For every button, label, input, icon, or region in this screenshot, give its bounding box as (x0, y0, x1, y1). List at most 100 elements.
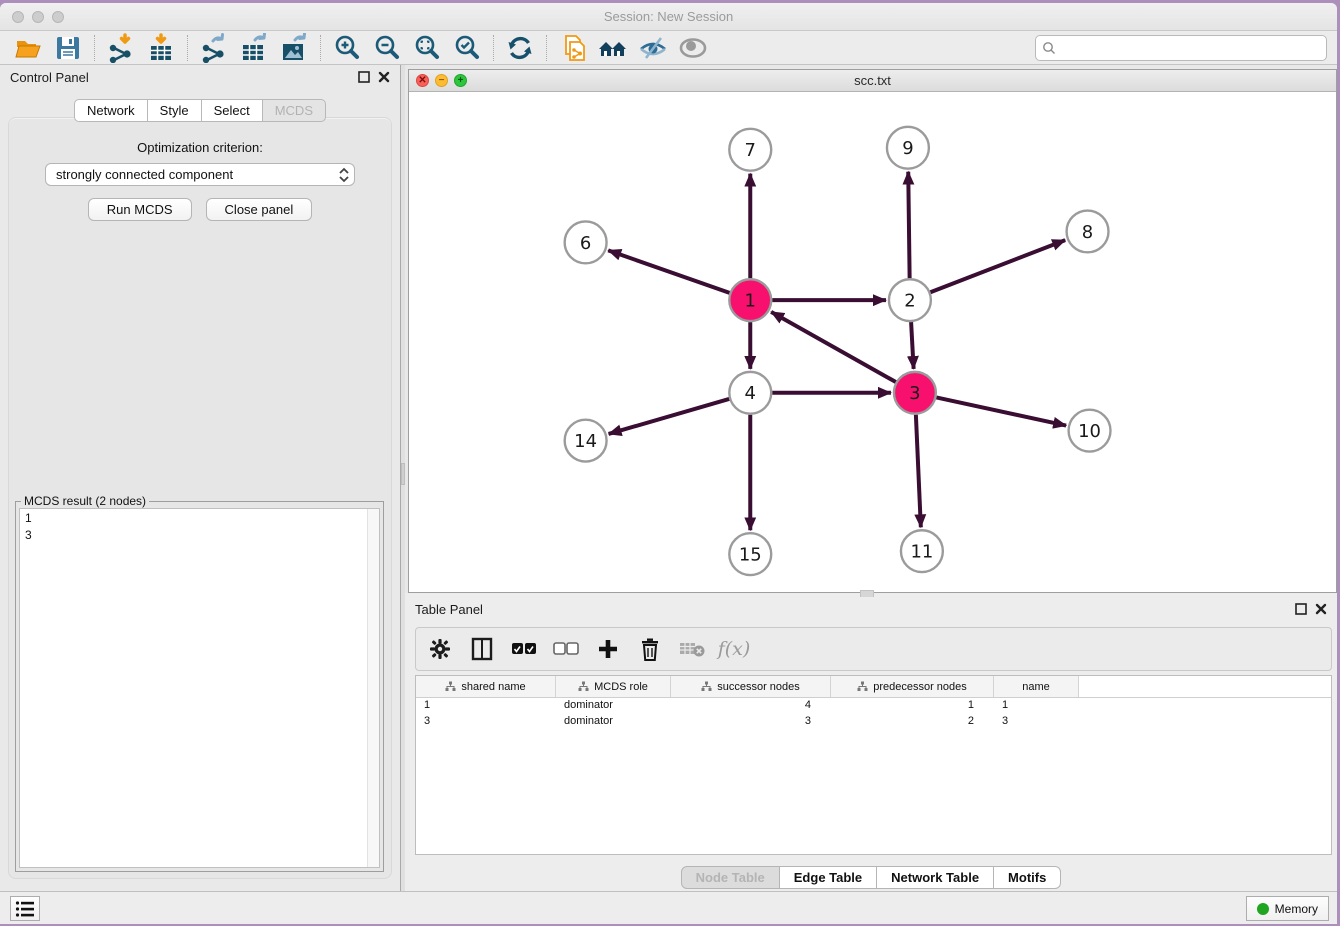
table-cell[interactable]: 1 (994, 698, 1079, 714)
network-graph[interactable]: 7968124314101511 (409, 92, 1336, 592)
network-maximize-button[interactable]: + (454, 74, 467, 87)
table-panel-header: Table Panel (405, 597, 1337, 621)
zoom-in-button[interactable] (327, 32, 367, 64)
graph-node-label: 1 (745, 291, 756, 312)
close-window-button[interactable] (12, 11, 24, 23)
table-row[interactable]: 3dominator323 (416, 714, 1331, 730)
table-row[interactable]: 1dominator411 (416, 698, 1331, 714)
graph-edge-3-11[interactable] (916, 415, 921, 528)
memory-button[interactable]: Memory (1246, 896, 1329, 921)
hide-eye-button[interactable] (633, 32, 673, 64)
tab-edge-table[interactable]: Edge Table (780, 866, 877, 889)
criterion-select[interactable]: strongly connected component (45, 163, 355, 186)
control-panel-tabs: Network Style Select MCDS (0, 99, 400, 122)
add-icon (597, 638, 619, 660)
column-header[interactable]: predecessor nodes (831, 676, 994, 697)
graph-edge-3-1[interactable] (771, 312, 896, 382)
graph-edge-2-8[interactable] (930, 240, 1065, 292)
table-cell[interactable]: 1 (416, 698, 556, 714)
trash-button[interactable] (636, 634, 664, 664)
result-scrollbar[interactable] (367, 509, 379, 867)
table-cell[interactable]: dominator (556, 698, 671, 714)
tab-node-table[interactable]: Node Table (681, 866, 780, 889)
column-type-icon (701, 681, 712, 692)
column-header[interactable]: successor nodes (671, 676, 831, 697)
tab-network-table[interactable]: Network Table (877, 866, 994, 889)
gear-button[interactable] (426, 634, 454, 664)
add-button[interactable] (594, 634, 622, 664)
export-table-icon (239, 33, 269, 63)
tab-motifs[interactable]: Motifs (994, 866, 1061, 889)
table-cell[interactable]: 1 (831, 698, 994, 714)
delete-table-button[interactable] (678, 634, 706, 664)
mcds-result-title: MCDS result (2 nodes) (21, 494, 149, 508)
network-minimize-button[interactable]: − (435, 74, 448, 87)
import-table-button[interactable] (141, 32, 181, 64)
content-area: Control Panel Network Style Select MCDS … (0, 65, 1337, 891)
network-canvas[interactable]: 7968124314101511 (409, 92, 1336, 592)
duplicate-network-button[interactable] (553, 32, 593, 64)
select-all-icon (511, 642, 537, 656)
show-eye-button[interactable] (673, 32, 713, 64)
toolbar-separator (94, 35, 95, 61)
refresh-button[interactable] (500, 32, 540, 64)
import-network-button[interactable] (101, 32, 141, 64)
clear-selection-button[interactable] (552, 634, 580, 664)
table-cell[interactable]: 3 (671, 714, 831, 730)
column-header[interactable]: name (994, 676, 1079, 697)
close-panel-icon[interactable] (378, 71, 390, 83)
delete-table-icon (679, 640, 705, 658)
save-session-button[interactable] (48, 32, 88, 64)
graph-edge-2-3[interactable] (911, 322, 914, 369)
column-layout-button[interactable] (468, 634, 496, 664)
function-builder-button[interactable]: f(x) (720, 634, 748, 664)
float-panel-icon[interactable] (358, 71, 370, 83)
column-header-label: shared name (461, 681, 525, 693)
mcds-result-area[interactable]: 1 3 (19, 508, 380, 868)
table-tabs-bar: Node Table Edge Table Network Table Moti… (405, 855, 1337, 891)
table-cell[interactable]: 2 (831, 714, 994, 730)
graph-edge-1-6[interactable] (608, 250, 729, 293)
node-table[interactable]: shared name MCDS rolesuccessor nodesprede… (415, 675, 1332, 855)
tab-style[interactable]: Style (148, 99, 202, 122)
column-header[interactable]: shared name (416, 676, 556, 697)
splitter-grip[interactable] (401, 463, 405, 485)
tab-network[interactable]: Network (74, 99, 148, 122)
open-session-button[interactable] (8, 32, 48, 64)
graph-edge-3-10[interactable] (936, 397, 1066, 425)
control-panel-header: Control Panel (0, 65, 400, 89)
export-network-button[interactable] (194, 32, 234, 64)
window-titlebar: Session: New Session (0, 3, 1337, 31)
table-cell[interactable]: dominator (556, 714, 671, 730)
close-panel-icon[interactable] (1315, 603, 1327, 615)
tab-select[interactable]: Select (202, 99, 263, 122)
zoom-out-button[interactable] (367, 32, 407, 64)
trash-icon (640, 637, 660, 661)
graph-edge-2-9[interactable] (908, 172, 909, 279)
tab-mcds[interactable]: MCDS (263, 99, 326, 122)
export-table-button[interactable] (234, 32, 274, 64)
column-header[interactable]: MCDS role (556, 676, 671, 697)
zoom-selected-button[interactable] (447, 32, 487, 64)
minimize-window-button[interactable] (32, 11, 44, 23)
import-network-icon (106, 33, 136, 63)
search-input[interactable] (1060, 41, 1320, 55)
hide-eye-icon (637, 33, 669, 63)
table-cell[interactable]: 3 (994, 714, 1079, 730)
select-all-button[interactable] (510, 634, 538, 664)
table-cell[interactable]: 4 (671, 698, 831, 714)
run-mcds-button[interactable]: Run MCDS (88, 198, 192, 221)
network-close-button[interactable]: ✕ (416, 74, 429, 87)
maximize-window-button[interactable] (52, 11, 64, 23)
column-header-label: name (1022, 681, 1050, 693)
graph-edge-4-14[interactable] (609, 399, 730, 434)
close-panel-button[interactable]: Close panel (206, 198, 313, 221)
first-neighbors-button[interactable] (593, 32, 633, 64)
table-cell[interactable]: 3 (416, 714, 556, 730)
graph-node-label: 10 (1078, 421, 1101, 442)
stepper-chevrons-icon (338, 167, 350, 183)
export-image-button[interactable] (274, 32, 314, 64)
float-panel-icon[interactable] (1295, 603, 1307, 615)
zoom-fit-button[interactable] (407, 32, 447, 64)
task-history-button[interactable] (10, 896, 40, 921)
